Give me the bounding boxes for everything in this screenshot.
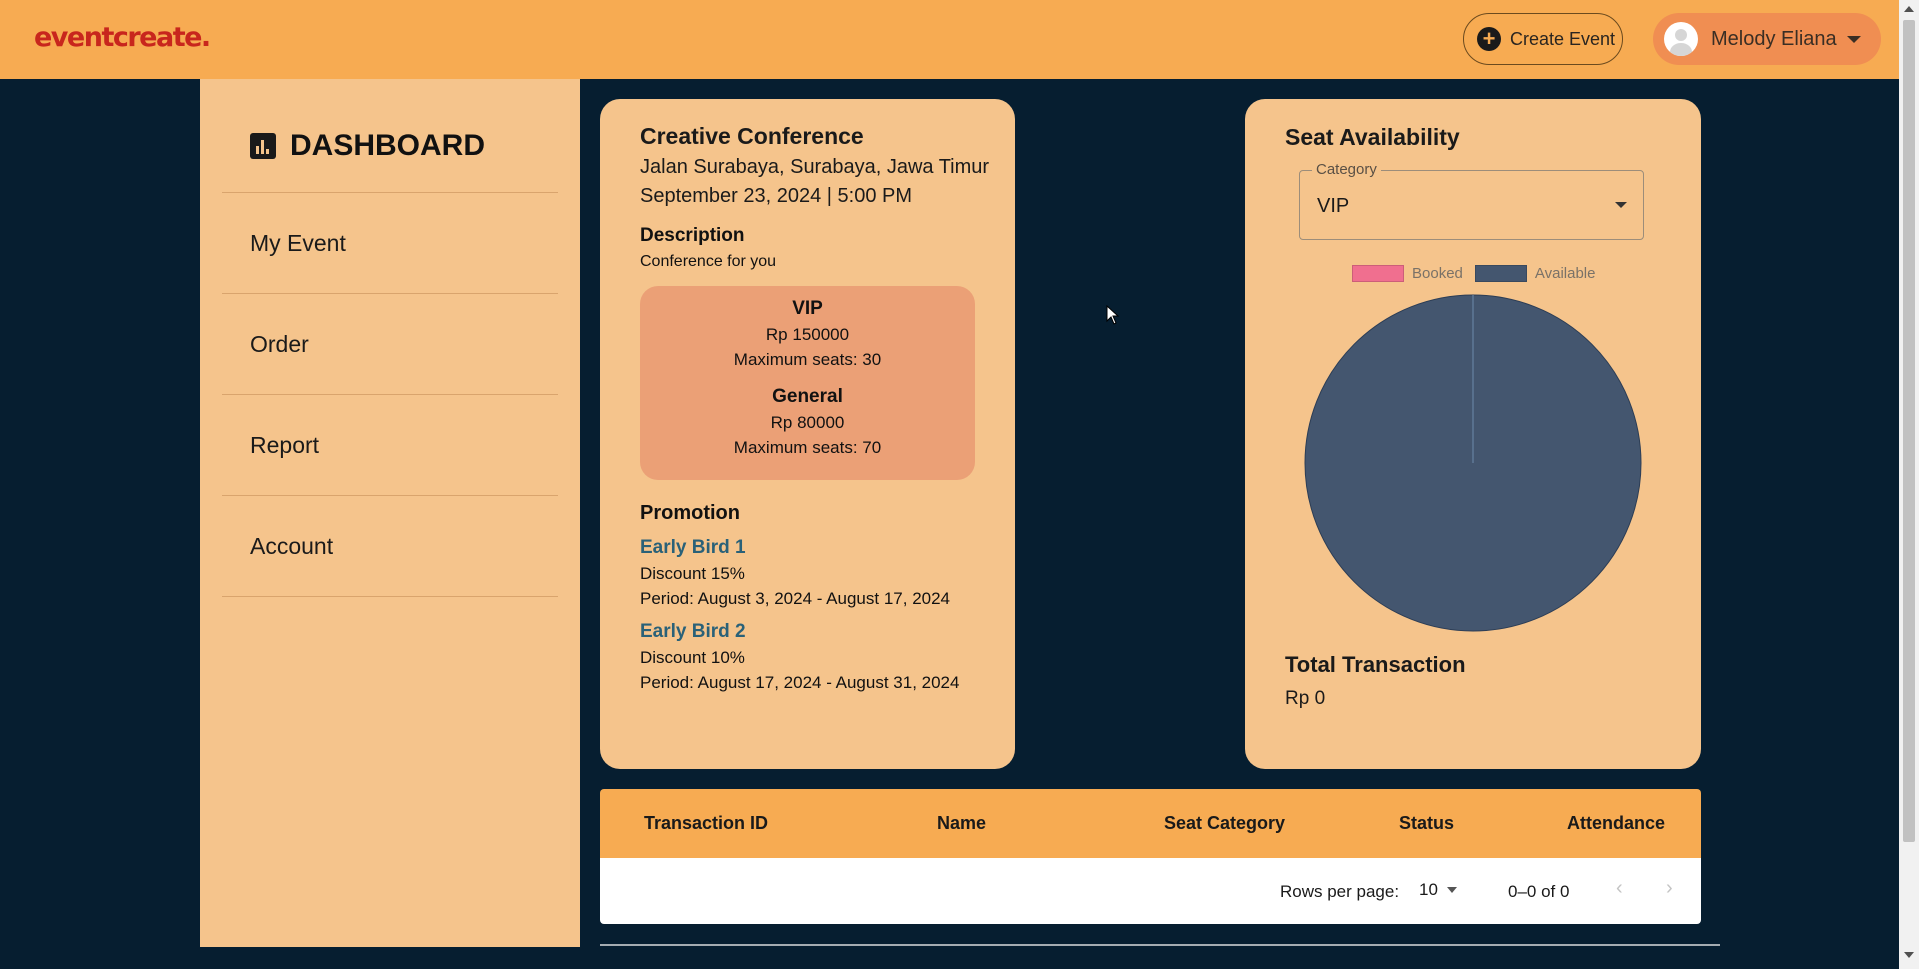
event-address: Jalan Surabaya, Surabaya, Jawa Timur: [640, 156, 990, 178]
seat-price: Rp 150000: [765, 325, 850, 344]
top-bar: eventcreate. + Create Event Melody Elian…: [0, 0, 1899, 79]
event-description: Conference for you: [640, 253, 777, 270]
seat-availability-card: Seat Availability Category VIP Booked Av…: [1245, 99, 1701, 769]
promotion-name[interactable]: Early Bird 2: [640, 621, 1015, 643]
divider: [600, 944, 1720, 947]
event-detail-card: Creative Conference Jalan Surabaya, Sura…: [600, 99, 1015, 769]
legend-swatch-available: [1474, 265, 1527, 282]
user-name: Melody Eliana: [1711, 27, 1837, 50]
chevron-right-icon[interactable]: ›: [1666, 877, 1673, 900]
seat-name: General: [772, 386, 843, 407]
promotion-discount: Discount 10%: [640, 648, 745, 667]
dashboard-heading: DASHBOARD: [250, 129, 485, 163]
sidebar-item-account[interactable]: Account: [222, 496, 558, 597]
seat-max: Maximum seats: 70: [733, 438, 882, 457]
seat-pie-chart: [1304, 294, 1642, 632]
avatar: [1664, 22, 1698, 56]
seat-categories-box: VIP Rp 150000 Maximum seats: 30 General …: [640, 286, 975, 480]
logo[interactable]: eventcreate.: [34, 22, 211, 53]
caret-down-icon: [1846, 35, 1861, 43]
seat-max: Maximum seats: 30: [733, 350, 882, 369]
sidebar: DASHBOARD My Event Order Report Account: [200, 79, 580, 947]
column-header[interactable]: Transaction ID: [644, 813, 768, 834]
create-event-label: Create Event: [1510, 28, 1616, 49]
legend-item-available[interactable]: Available: [1474, 265, 1596, 282]
scroll-down-icon[interactable]: [1904, 952, 1914, 958]
promotion-name[interactable]: Early Bird 1: [640, 537, 1015, 559]
bar-chart-icon: [250, 133, 276, 159]
transactions-table-header: Transaction ID Name Seat Category Status…: [600, 789, 1701, 858]
scrollbar-thumb[interactable]: [1903, 20, 1915, 842]
event-datetime: September 23, 2024 | 5:00 PM: [640, 185, 913, 207]
pagination-range: 0–0 of 0: [1508, 882, 1570, 901]
create-event-button[interactable]: + Create Event: [1463, 13, 1623, 65]
category-value: VIP: [1317, 195, 1350, 217]
chevron-left-icon[interactable]: ‹: [1616, 877, 1623, 900]
promotion-label: Promotion: [640, 502, 740, 524]
promotion-period: Period: August 17, 2024 - August 31, 202…: [640, 673, 960, 692]
caret-down-icon: [1446, 887, 1457, 893]
rows-per-page-select[interactable]: 10: [1419, 880, 1457, 900]
column-header[interactable]: Seat Category: [1164, 813, 1285, 834]
seat-availability-title: Seat Availability: [1285, 124, 1460, 150]
seat-price: Rp 80000: [770, 413, 845, 432]
category-label: Category: [1312, 161, 1381, 178]
table-pagination: Rows per page: 10 0–0 of 0 ‹ ›: [600, 858, 1701, 924]
user-menu-button[interactable]: Melody Eliana: [1653, 13, 1881, 65]
total-transaction-value: Rp 0: [1285, 688, 1326, 709]
column-header[interactable]: Name: [937, 813, 986, 834]
promotion-period: Period: August 3, 2024 - August 17, 2024: [640, 589, 951, 608]
legend-item-booked[interactable]: Booked: [1352, 265, 1463, 282]
seat-name: VIP: [792, 298, 823, 319]
sidebar-item-my-event[interactable]: My Event: [222, 193, 558, 294]
description-label: Description: [640, 225, 745, 246]
sidebar-item-order[interactable]: Order: [222, 294, 558, 395]
legend-label: Available: [1534, 265, 1596, 282]
vertical-scrollbar[interactable]: [1899, 0, 1919, 969]
total-transaction-label: Total Transaction: [1285, 652, 1466, 677]
caret-down-icon: [1615, 202, 1627, 208]
sidebar-nav: My Event Order Report Account: [222, 192, 558, 597]
rows-per-page-value: 10: [1419, 880, 1438, 899]
category-select[interactable]: Category VIP: [1299, 161, 1644, 240]
column-header[interactable]: Attendance: [1567, 813, 1665, 834]
sidebar-item-report[interactable]: Report: [222, 395, 558, 496]
scroll-up-icon[interactable]: [1904, 6, 1914, 12]
legend-label: Booked: [1412, 265, 1463, 282]
column-header[interactable]: Status: [1399, 813, 1454, 834]
chart-legend: Booked Available: [1352, 265, 1607, 282]
promotion-discount: Discount 15%: [640, 564, 745, 583]
legend-swatch-booked: [1352, 265, 1404, 282]
plus-circle-icon: +: [1477, 27, 1501, 51]
mouse-cursor-icon: [1106, 305, 1120, 325]
rows-per-page-label: Rows per page:: [1280, 882, 1400, 901]
dashboard-title: DASHBOARD: [290, 129, 485, 162]
event-title: Creative Conference: [640, 123, 864, 149]
